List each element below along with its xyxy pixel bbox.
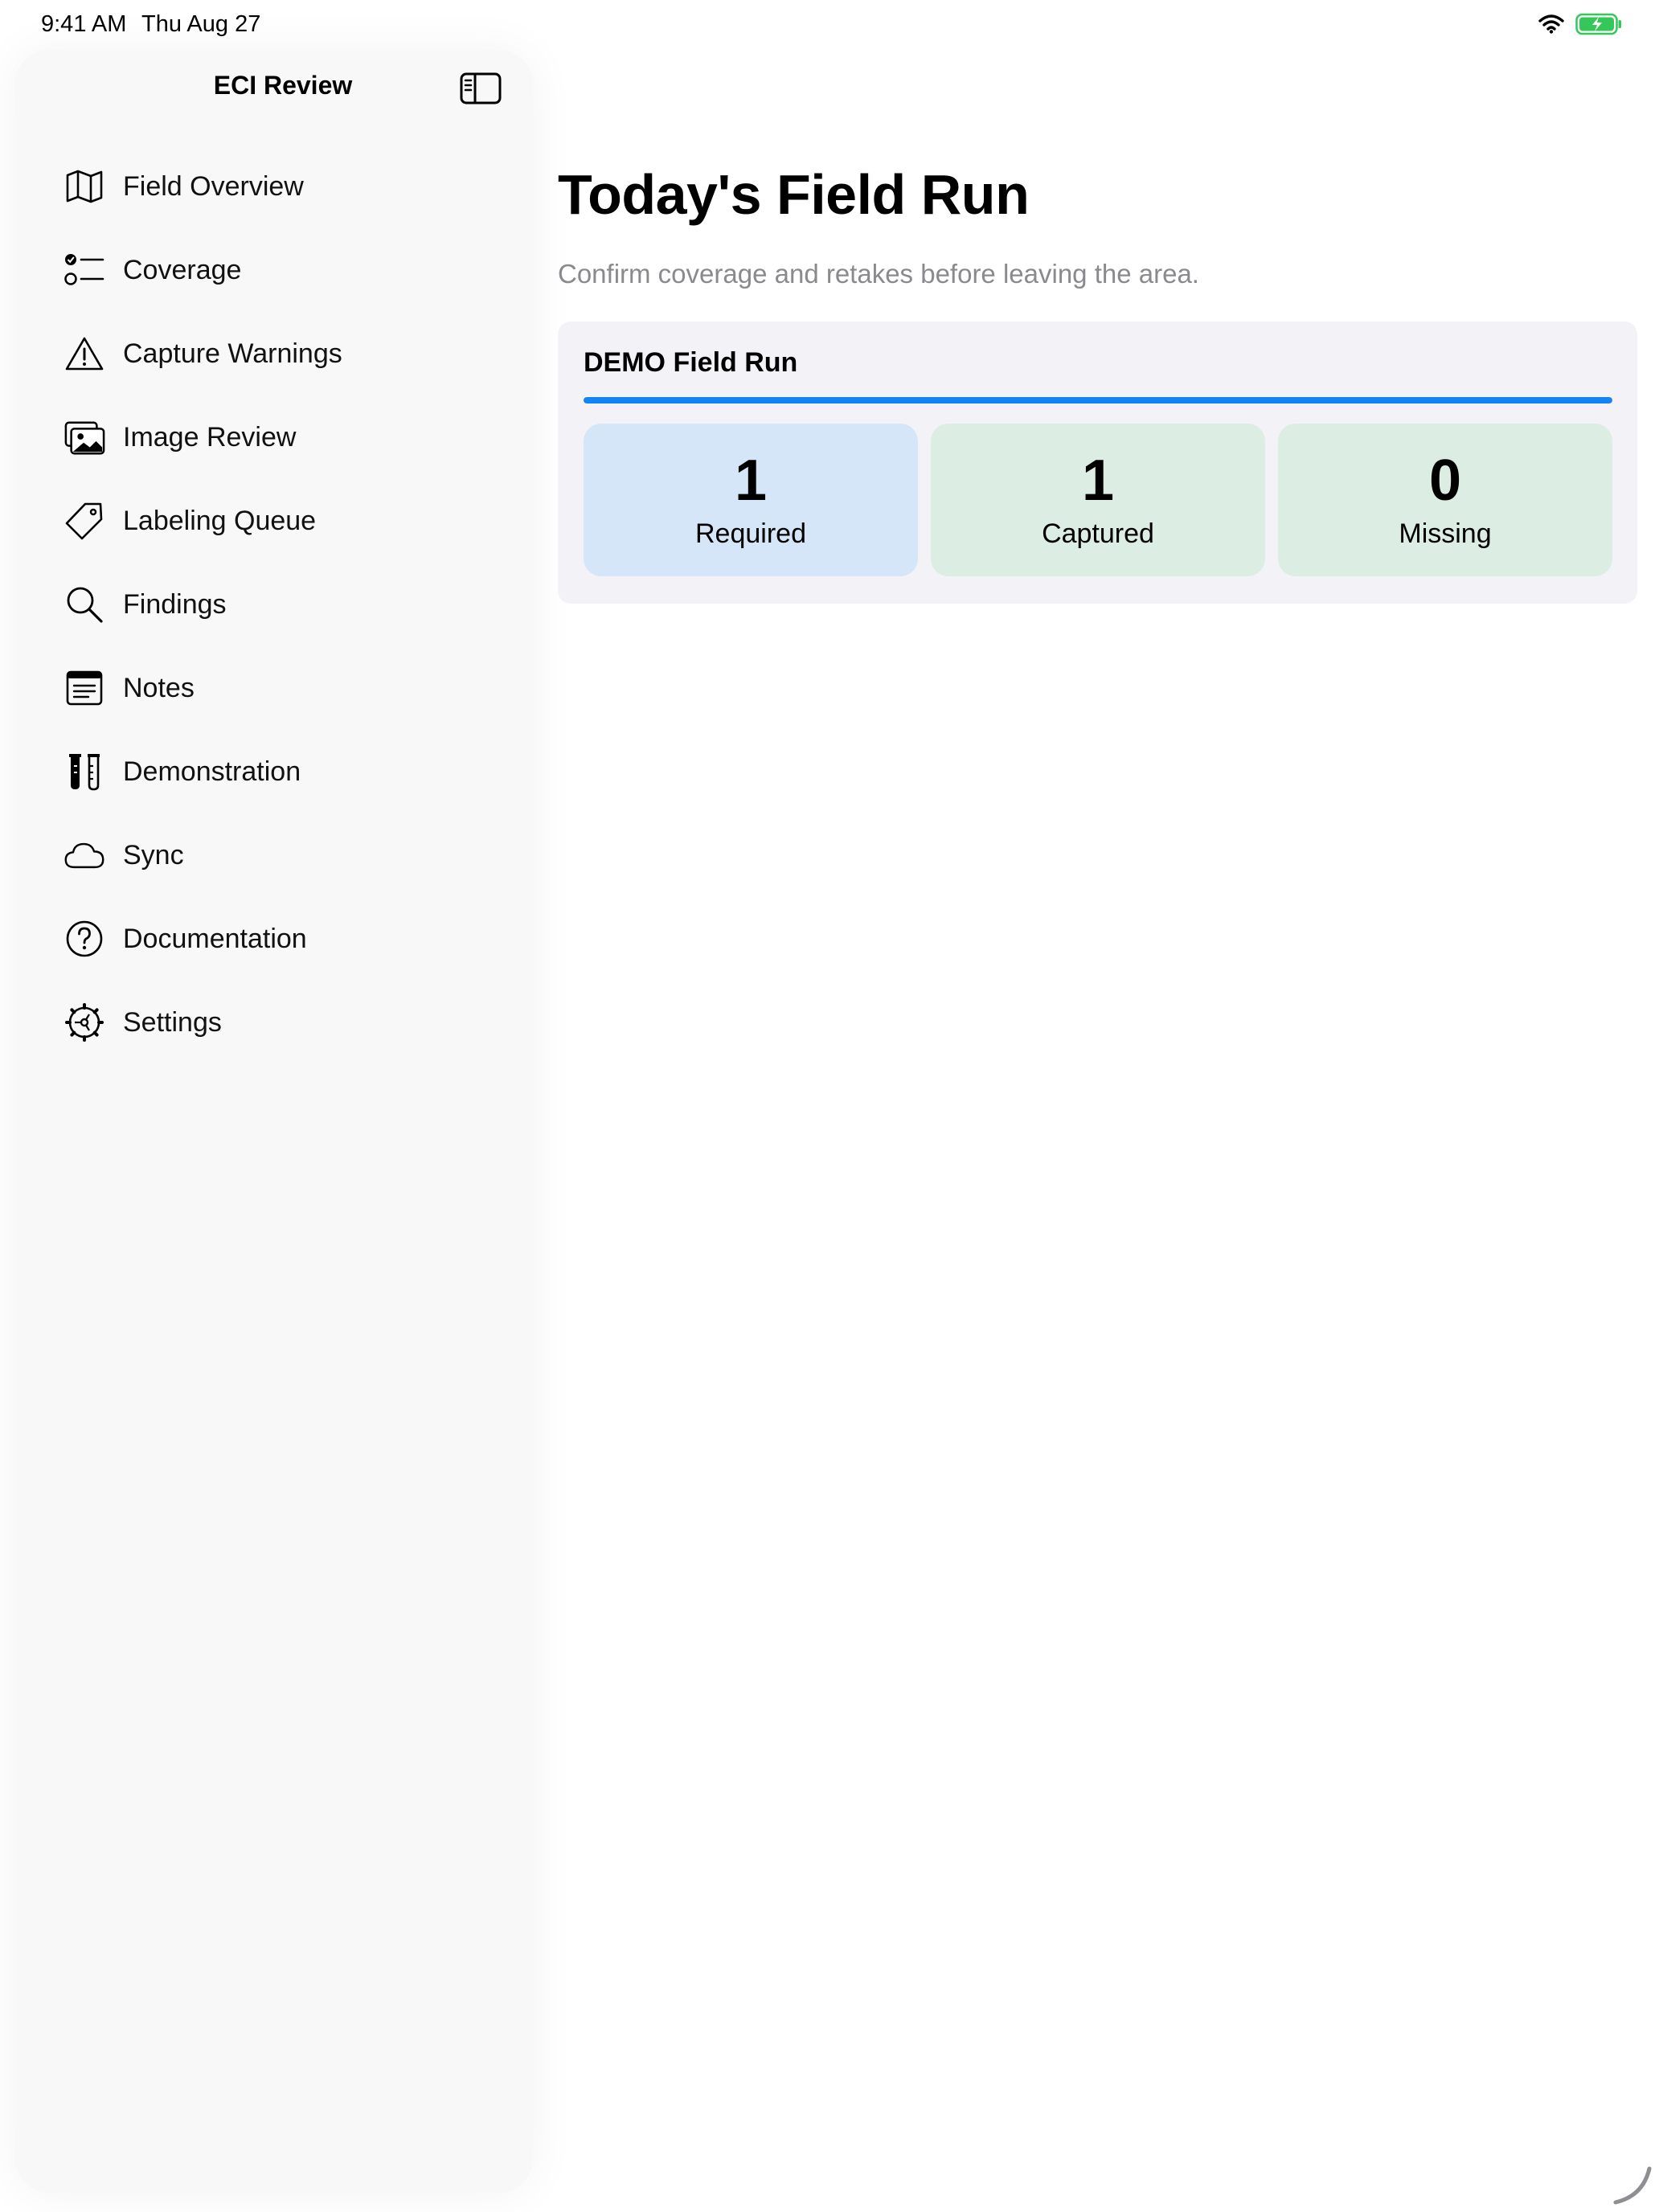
stat-captured-label: Captured [1042,518,1154,549]
page-subtitle: Confirm coverage and retakes before leav… [558,259,1199,289]
sidebar-item-label: Notes [123,672,195,703]
sidebar-item-label: Demonstration [123,756,301,787]
sidebar-item-sync[interactable]: Sync [15,813,533,897]
sidebar-item-capture-warnings[interactable]: Capture Warnings [15,312,533,395]
sidebar-item-label: Field Overview [123,170,304,202]
battery-charging-icon [1575,13,1621,35]
page-title: Today's Field Run [558,163,1030,226]
status-icons [1538,13,1622,35]
sidebar-left-icon [460,72,502,104]
sidebar-item-findings[interactable]: Findings [15,563,533,646]
sidebar-item-label: Findings [123,588,227,620]
sidebar-toggle-button[interactable] [459,71,502,106]
photo-stack-icon [63,416,105,458]
wifi-icon [1538,14,1564,34]
resize-handle-icon[interactable] [1611,2164,1653,2206]
sidebar-item-label: Coverage [123,254,242,285]
field-run-card[interactable]: DEMO Field Run 1 Required 1 Captured 0 M… [558,322,1637,604]
sidebar-item-label: Capture Warnings [123,338,342,369]
magnifier-icon [63,584,105,625]
question-circle-icon [63,918,105,960]
status-date: Thu Aug 27 [141,11,261,37]
sidebar-header: ECI Review [15,50,533,124]
stat-missing: 0 Missing [1278,424,1612,576]
sidebar-item-label: Labeling Queue [123,505,317,536]
status-bar: 9:41 AM Thu Aug 27 [0,0,1659,51]
sidebar-item-label: Settings [123,1006,222,1038]
warning-triangle-icon [63,333,105,375]
stat-missing-value: 0 [1428,449,1462,513]
tag-icon [63,500,105,542]
test-tubes-icon [63,751,105,793]
stats-row: 1 Required 1 Captured 0 Missing [584,424,1612,576]
stat-captured-value: 1 [1081,449,1115,513]
sidebar-nav: Field Overview Coverage Capture Warnings… [15,145,533,1064]
sidebar: ECI Review Field Overview Coverage Captu… [15,50,533,2193]
status-time: 9:41 AM [41,11,127,37]
sidebar-item-field-overview[interactable]: Field Overview [15,145,533,228]
coverage-progress-bar [584,397,1612,403]
stat-required-label: Required [695,518,806,549]
gear-icon [63,1002,105,1043]
stat-captured: 1 Captured [931,424,1265,576]
field-run-title: DEMO Field Run [584,347,798,378]
sidebar-item-settings[interactable]: Settings [15,981,533,1064]
sidebar-item-label: Documentation [123,923,307,954]
stat-required-value: 1 [734,449,768,513]
sidebar-item-demonstration[interactable]: Demonstration [15,730,533,813]
sidebar-item-coverage[interactable]: Coverage [15,228,533,312]
sidebar-item-label: Image Review [123,421,297,453]
coverage-progress-fill [584,397,1612,403]
sidebar-item-documentation[interactable]: Documentation [15,897,533,981]
stat-required: 1 Required [584,424,918,576]
sidebar-item-notes[interactable]: Notes [15,646,533,730]
cloud-icon [63,834,105,876]
checklist-icon [63,249,105,291]
map-icon [63,166,105,207]
sidebar-item-labeling-queue[interactable]: Labeling Queue [15,479,533,563]
sidebar-item-label: Sync [123,839,184,870]
sidebar-item-image-review[interactable]: Image Review [15,395,533,479]
notes-icon [63,667,105,709]
stat-missing-label: Missing [1399,518,1492,549]
